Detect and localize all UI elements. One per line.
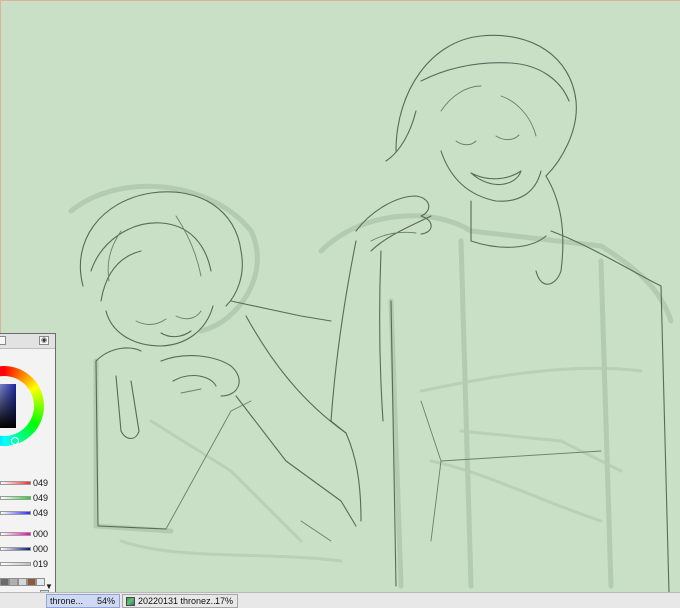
red-value[interactable]: 049 — [33, 476, 51, 490]
drawing-canvas[interactable] — [0, 0, 680, 592]
value-slider-row[interactable]: 019 — [0, 557, 55, 571]
hue-wheel[interactable] — [0, 366, 44, 446]
green-slider-row[interactable]: 049 — [0, 491, 55, 505]
swatch[interactable] — [36, 578, 45, 586]
hue-slider-row[interactable]: 000 — [0, 527, 55, 541]
blue-slider-row[interactable]: 049 — [0, 506, 55, 520]
color-picker-cursor[interactable] — [11, 437, 19, 445]
saturation-value[interactable]: 000 — [33, 542, 51, 556]
color-panel: ◉ 049 049 049 000 000 019 ▼ — [0, 333, 56, 608]
document-zoom: 17% — [214, 596, 233, 606]
red-slider[interactable] — [0, 481, 31, 485]
saturation-value-box[interactable] — [0, 384, 19, 445]
saturation-slider-row[interactable]: 000 — [0, 542, 55, 556]
green-value[interactable]: 049 — [33, 491, 51, 505]
document-tab-label: 20220131 thronez... — [138, 596, 219, 606]
swatch[interactable] — [0, 578, 9, 586]
hue-slider[interactable] — [0, 532, 31, 536]
document-tab-label: throne... — [50, 596, 84, 606]
panel-menu-button[interactable]: ◉ — [39, 336, 49, 345]
color-panel-header: ◉ — [0, 334, 55, 349]
saturation-slider[interactable] — [0, 547, 31, 551]
panel-collapse-button[interactable] — [0, 336, 6, 345]
red-slider-row[interactable]: 049 — [0, 476, 55, 490]
document-tab[interactable]: 20220131 thronez... 17% — [122, 594, 238, 608]
swatch[interactable] — [27, 578, 36, 586]
hue-value[interactable]: 000 — [33, 527, 51, 541]
value-value[interactable]: 019 — [33, 557, 51, 571]
image-file-icon — [126, 597, 135, 606]
green-slider[interactable] — [0, 496, 31, 500]
blue-value[interactable]: 049 — [33, 506, 51, 520]
blue-slider[interactable] — [0, 511, 31, 515]
value-slider[interactable] — [0, 562, 31, 566]
document-zoom: 54% — [96, 596, 115, 606]
document-tabs-bar: throne... 54% 20220131 thronez... 17% — [0, 592, 680, 608]
swatch[interactable] — [9, 578, 18, 586]
document-tab-active[interactable]: throne... 54% — [46, 594, 120, 608]
swatch[interactable] — [18, 578, 27, 586]
sketch-artwork — [68, 34, 674, 592]
